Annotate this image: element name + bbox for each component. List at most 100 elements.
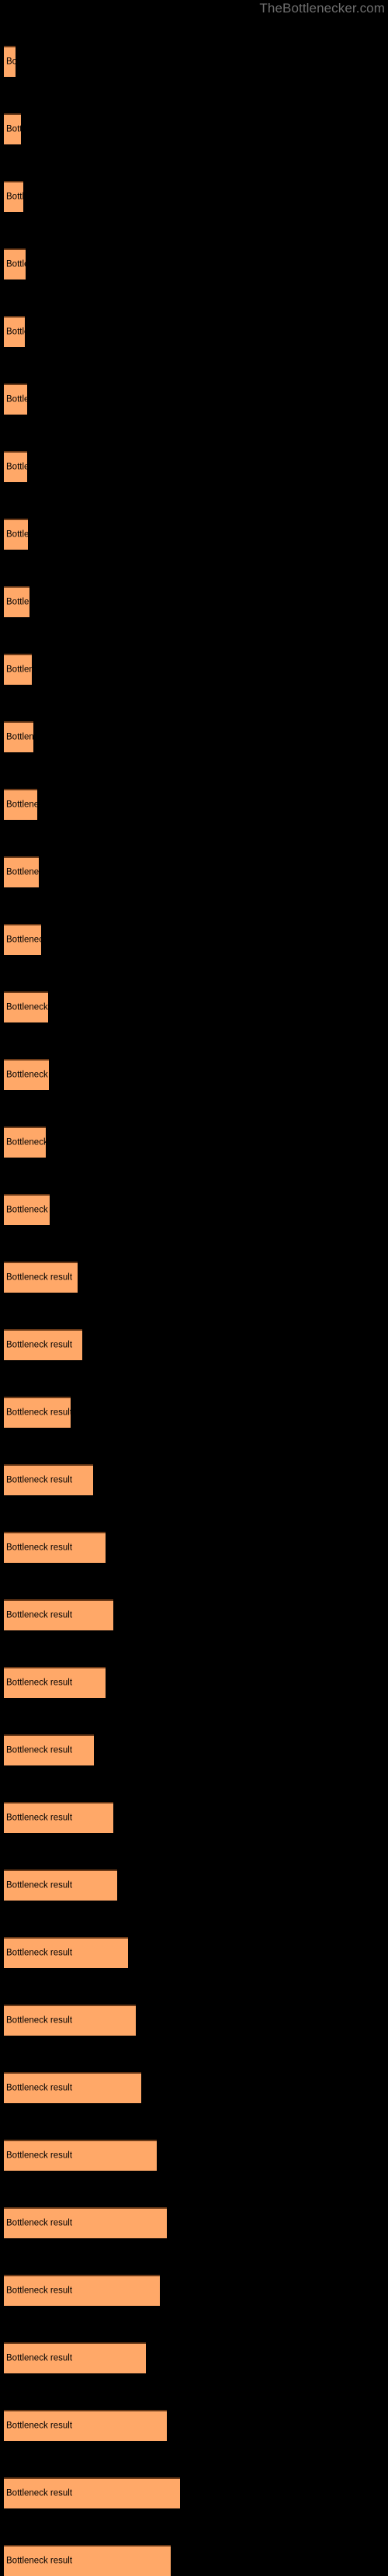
chart-bar: Bottleneck result <box>4 1599 113 1630</box>
bar-row: Bottleneck result <box>4 2140 157 2171</box>
bar-row: Bottleneck result <box>4 1194 50 1225</box>
chart-bar: Bottleneck result <box>4 586 29 617</box>
chart-bar: Bottleneck result <box>4 2207 167 2238</box>
chart-bar: Bottleneck result <box>4 1329 82 1360</box>
bar-label: Bottleneck result <box>6 2015 73 2026</box>
bar-label: Bottleneck result <box>6 57 16 67</box>
bar-row: Bottleneck result <box>4 991 48 1022</box>
bar-label: Bottleneck result <box>6 597 29 607</box>
bar-row: Bottleneck result <box>4 1667 106 1698</box>
bar-row: Bottleneck result <box>4 789 37 820</box>
chart-bar: Bottleneck result <box>4 2545 171 2576</box>
chart-bar: Bottleneck result <box>4 46 16 77</box>
chart-bar: Bottleneck result <box>4 1397 71 1428</box>
bar-row: Bottleneck result <box>4 1937 128 1968</box>
bar-row: Bottleneck result <box>4 384 27 415</box>
bar-label: Bottleneck result <box>6 1610 73 1620</box>
bar-label: Bottleneck result <box>6 867 39 877</box>
bar-label: Bottleneck result <box>6 1475 73 1485</box>
bar-row: Bottleneck result <box>4 1532 106 1563</box>
bar-label: Bottleneck result <box>6 2488 73 2498</box>
bar-row: Bottleneck result <box>4 856 39 887</box>
bar-label: Bottleneck result <box>6 2353 73 2363</box>
bar-row: Bottleneck result <box>4 1599 113 1630</box>
bar-label: Bottleneck result <box>6 462 27 472</box>
bar-label: Bottleneck result <box>6 935 41 945</box>
bar-row: Bottleneck result <box>4 451 27 482</box>
bar-row: Bottleneck result <box>4 1397 71 1428</box>
bottleneck-bar-chart: Bottleneck result Bottleneck result Bottle… <box>0 0 388 2576</box>
bar-label: Bottleneck result <box>6 1137 46 1147</box>
chart-bar: Bottleneck result <box>4 1734 94 1765</box>
bar-row: Bottleneck result <box>4 1734 94 1765</box>
bar-label: Bottleneck result <box>6 2556 73 2566</box>
chart-bar: Bottleneck result <box>4 1532 106 1563</box>
bar-row: Bottleneck result <box>4 924 41 955</box>
bar-label: Bottleneck result <box>6 2083 73 2093</box>
chart-bar: Bottleneck result <box>4 384 27 415</box>
chart-bar: Bottleneck result <box>4 1667 106 1698</box>
chart-bar: Bottleneck result <box>4 248 26 279</box>
bar-label: Bottleneck result <box>6 1948 73 1958</box>
bar-label: Bottleneck result <box>6 1070 49 1080</box>
bar-row: Bottleneck result <box>4 586 29 617</box>
bar-row: Bottleneck result <box>4 2410 167 2441</box>
bar-row: Bottleneck result <box>4 2207 167 2238</box>
bar-label: Bottleneck result <box>6 2421 73 2431</box>
chart-bar: Bottleneck result <box>4 1059 49 1090</box>
chart-bar: Bottleneck result <box>4 654 32 685</box>
bar-row: Bottleneck result <box>4 1329 82 1360</box>
bar-label: Bottleneck result <box>6 665 32 675</box>
bar-row: Bottleneck result <box>4 519 28 550</box>
bar-label: Bottleneck result <box>6 529 28 540</box>
bar-row: Bottleneck result <box>4 46 16 77</box>
bar-label: Bottleneck result <box>6 1678 73 1688</box>
chart-bar: Bottleneck result <box>4 1262 78 1293</box>
chart-bar: Bottleneck result <box>4 316 25 347</box>
bar-row: Bottleneck result <box>4 1059 49 1090</box>
bar-row: Bottleneck result <box>4 2545 171 2576</box>
bar-row: Bottleneck result <box>4 2477 180 2508</box>
bar-row: Bottleneck result <box>4 721 33 752</box>
bar-label: Bottleneck result <box>6 1813 73 1823</box>
bar-row: Bottleneck result <box>4 1464 93 1495</box>
chart-bar: Bottleneck result <box>4 721 33 752</box>
bar-label: Bottleneck result <box>6 1880 73 1890</box>
bar-row: Bottleneck result <box>4 181 23 212</box>
bar-label: Bottleneck result <box>6 259 26 269</box>
chart-bar: Bottleneck result <box>4 2477 180 2508</box>
bar-row: Bottleneck result <box>4 2342 146 2373</box>
bar-label: Bottleneck result <box>6 1205 50 1215</box>
bar-label: Bottleneck result <box>6 394 27 404</box>
chart-bar: Bottleneck result <box>4 2140 157 2171</box>
bar-label: Bottleneck result <box>6 1745 73 1755</box>
bar-row: Bottleneck result <box>4 113 21 144</box>
bar-row: Bottleneck result <box>4 2072 141 2103</box>
chart-bar: Bottleneck result <box>4 519 28 550</box>
chart-bar: Bottleneck result <box>4 2342 146 2373</box>
chart-bar: Bottleneck result <box>4 451 27 482</box>
bar-label: Bottleneck result <box>6 1340 73 1350</box>
bar-row: Bottleneck result <box>4 2005 136 2036</box>
bar-label: Bottleneck result <box>6 1408 71 1418</box>
chart-bar: Bottleneck result <box>4 991 48 1022</box>
bar-label: Bottleneck result <box>6 732 33 742</box>
chart-bar: Bottleneck result <box>4 2072 141 2103</box>
chart-bar: Bottleneck result <box>4 2275 160 2306</box>
bar-label: Bottleneck result <box>6 192 23 202</box>
bar-label: Bottleneck result <box>6 2151 73 2161</box>
chart-bar: Bottleneck result <box>4 924 41 955</box>
chart-bar: Bottleneck result <box>4 113 21 144</box>
bar-label: Bottleneck result <box>6 124 21 134</box>
bar-row: Bottleneck result <box>4 654 32 685</box>
chart-bar: Bottleneck result <box>4 181 23 212</box>
chart-bar: Bottleneck result <box>4 1870 117 1901</box>
bar-row: Bottleneck result <box>4 1802 113 1833</box>
bar-row: Bottleneck result <box>4 316 25 347</box>
bar-label: Bottleneck result <box>6 2286 73 2296</box>
chart-bar: Bottleneck result <box>4 1802 113 1833</box>
bar-label: Bottleneck result <box>6 1272 73 1283</box>
chart-bar: Bottleneck result <box>4 789 37 820</box>
chart-bar: Bottleneck result <box>4 1127 46 1158</box>
chart-bar: Bottleneck result <box>4 2410 167 2441</box>
